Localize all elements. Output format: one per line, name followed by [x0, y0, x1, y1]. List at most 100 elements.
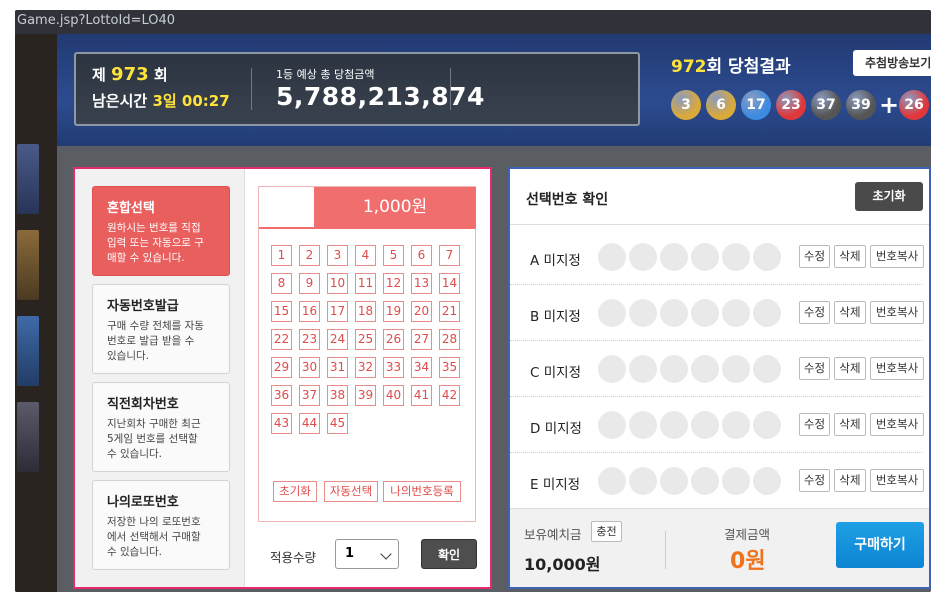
mode-my-numbers[interactable]: 나의로또번호 저장한 나의 로또번호 에서 선택해서 구매할 수 있습니다. — [92, 480, 230, 570]
row-status: 미지정 — [544, 421, 582, 437]
number-cell[interactable]: 22 — [271, 329, 292, 350]
number-cell[interactable]: 9 — [299, 273, 320, 294]
number-cell[interactable]: 25 — [355, 329, 376, 350]
empty-number-slot — [629, 467, 657, 495]
copy-number-button[interactable]: 번호복사 — [870, 301, 924, 324]
number-cell[interactable]: 20 — [411, 301, 432, 322]
quantity-label: 적용수량 — [270, 550, 317, 565]
number-cell[interactable]: 21 — [439, 301, 460, 322]
edit-button[interactable]: 수정 — [799, 357, 830, 380]
copy-number-button[interactable]: 번호복사 — [870, 357, 924, 380]
remaining-days: 3일 — [152, 92, 177, 110]
number-cell[interactable]: 23 — [299, 329, 320, 350]
row-label: B 미지정 — [530, 305, 581, 325]
number-cell[interactable]: 6 — [411, 245, 432, 266]
empty-number-slot — [753, 467, 781, 495]
number-cell[interactable]: 13 — [411, 273, 432, 294]
number-cell[interactable]: 42 — [439, 385, 460, 406]
number-cell[interactable]: 15 — [271, 301, 292, 322]
number-cell[interactable]: 26 — [383, 329, 404, 350]
number-cell[interactable]: 17 — [327, 301, 348, 322]
auto-select-button[interactable]: 자동선택 — [324, 481, 378, 502]
number-cell[interactable]: 33 — [383, 357, 404, 378]
selection-reset-button[interactable]: 초기화 — [855, 182, 923, 211]
row-label: A 미지정 — [530, 249, 581, 269]
number-cell[interactable]: 29 — [271, 357, 292, 378]
empty-number-slot — [629, 355, 657, 383]
copy-number-button[interactable]: 번호복사 — [870, 413, 924, 436]
delete-button[interactable]: 삭제 — [834, 357, 866, 380]
mode-desc: 지난회차 구매한 최근 — [107, 418, 201, 430]
number-cell[interactable]: 12 — [383, 273, 404, 294]
remaining-label: 남은시간 — [92, 92, 148, 110]
number-cell[interactable]: 36 — [271, 385, 292, 406]
number-cell[interactable]: 4 — [355, 245, 376, 266]
mode-desc: 수 있습니다. — [107, 546, 162, 558]
number-cell[interactable]: 32 — [355, 357, 376, 378]
number-cell[interactable]: 34 — [411, 357, 432, 378]
row-status: 미지정 — [543, 365, 581, 381]
copy-number-button[interactable]: 번호복사 — [870, 245, 924, 268]
number-cell[interactable]: 14 — [439, 273, 460, 294]
jackpot-label: 1등 예상 총 당첨금액 — [276, 68, 375, 81]
browser-frame: Game.jsp?LottoId=LO40 제 973 회 남은시간 3일 00… — [15, 10, 931, 592]
number-cell[interactable]: 38 — [327, 385, 348, 406]
number-cell[interactable]: 16 — [299, 301, 320, 322]
number-cell[interactable]: 44 — [299, 413, 320, 434]
picker-reset-button[interactable]: 초기화 — [273, 481, 317, 502]
row-status: 미지정 — [543, 253, 581, 269]
round-number: 973 — [111, 64, 149, 85]
number-cell[interactable]: 3 — [327, 245, 348, 266]
select-mode-menu: 혼합선택 원하시는 번호를 직접 입력 또는 자동으로 구 매할 수 있습니다.… — [75, 169, 245, 587]
mode-auto-issue[interactable]: 자동번호발급 구매 수량 전체를 자동 번호로 발급 받을 수 있습니다. — [92, 284, 230, 374]
delete-button[interactable]: 삭제 — [834, 245, 866, 268]
delete-button[interactable]: 삭제 — [834, 469, 866, 492]
payment-label: 결제금액 — [724, 527, 771, 542]
register-my-number-button[interactable]: 나의번호등록 — [383, 481, 461, 502]
number-cell[interactable]: 11 — [355, 273, 376, 294]
number-cell[interactable]: 24 — [327, 329, 348, 350]
quantity-select[interactable]: 1 — [335, 539, 399, 569]
number-cell[interactable]: 37 — [299, 385, 320, 406]
empty-number-slot — [598, 467, 626, 495]
empty-number-slot — [722, 467, 750, 495]
charge-button[interactable]: 충전 — [591, 521, 622, 542]
number-cell[interactable]: 5 — [383, 245, 404, 266]
number-cell[interactable]: 31 — [327, 357, 348, 378]
edit-button[interactable]: 수정 — [799, 469, 830, 492]
chevron-down-icon — [380, 548, 392, 560]
number-cell[interactable]: 40 — [383, 385, 404, 406]
number-cell[interactable]: 41 — [411, 385, 432, 406]
number-cell[interactable]: 39 — [355, 385, 376, 406]
number-cell[interactable]: 2 — [299, 245, 320, 266]
number-cell[interactable]: 28 — [439, 329, 460, 350]
number-cell[interactable]: 8 — [271, 273, 292, 294]
empty-number-slot — [660, 467, 688, 495]
number-cell[interactable]: 18 — [355, 301, 376, 322]
quantity-confirm-button[interactable]: 확인 — [421, 539, 477, 569]
url-bar[interactable]: Game.jsp?LottoId=LO40 — [15, 10, 931, 34]
edit-button[interactable]: 수정 — [799, 245, 830, 268]
mode-title: 직전회차번호 — [107, 397, 179, 412]
number-cell[interactable]: 7 — [439, 245, 460, 266]
selection-row: E 미지정 수정 삭제 번호복사 — [510, 453, 929, 509]
number-cell[interactable]: 43 — [271, 413, 292, 434]
edit-button[interactable]: 수정 — [799, 413, 830, 436]
number-cell[interactable]: 1 — [271, 245, 292, 266]
left-background-strip — [15, 34, 57, 592]
number-cell[interactable]: 45 — [327, 413, 348, 434]
broadcast-button[interactable]: 추첨방송보기 — [853, 50, 931, 76]
delete-button[interactable]: 삭제 — [834, 413, 866, 436]
buy-button[interactable]: 구매하기 — [836, 522, 924, 568]
number-cell[interactable]: 35 — [439, 357, 460, 378]
delete-button[interactable]: 삭제 — [834, 301, 866, 324]
copy-number-button[interactable]: 번호복사 — [870, 469, 924, 492]
mode-previous-round[interactable]: 직전회차번호 지난회차 구매한 최근 5게임 번호를 선택할 수 있습니다. — [92, 382, 230, 472]
number-cell[interactable]: 30 — [299, 357, 320, 378]
edit-button[interactable]: 수정 — [799, 301, 830, 324]
number-cell[interactable]: 19 — [383, 301, 404, 322]
number-cell[interactable]: 27 — [411, 329, 432, 350]
mode-desc: 매할 수 있습니다. — [107, 252, 185, 264]
mode-mixed-select[interactable]: 혼합선택 원하시는 번호를 직접 입력 또는 자동으로 구 매할 수 있습니다. — [92, 186, 230, 276]
number-cell[interactable]: 10 — [327, 273, 348, 294]
